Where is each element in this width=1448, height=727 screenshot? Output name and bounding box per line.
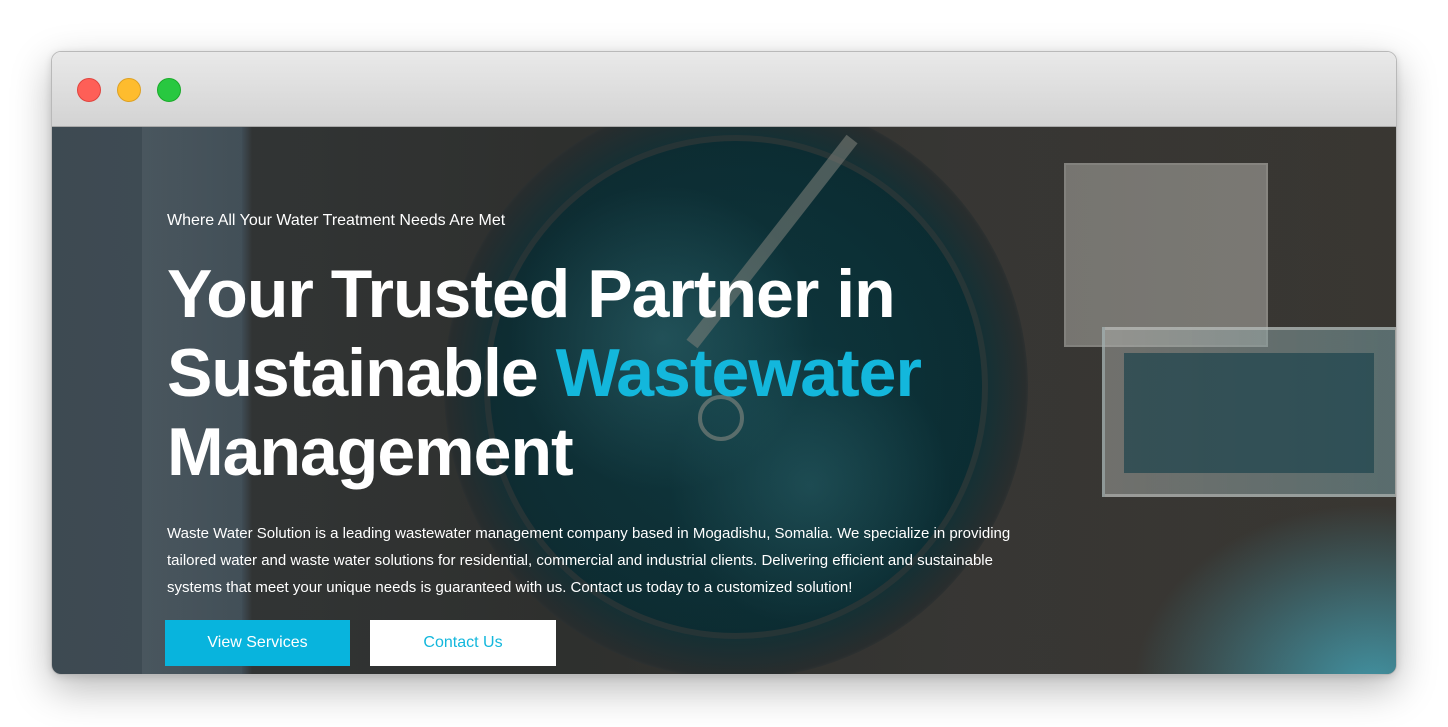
- headline-line-1: Your Trusted Partner in: [167, 256, 896, 332]
- hero-headline: Your Trusted Partner in Sustainable Wast…: [167, 255, 1067, 492]
- hero-description: Waste Water Solution is a leading wastew…: [167, 525, 1011, 596]
- view-services-button[interactable]: View Services: [165, 620, 350, 666]
- hero-content: Where All Your Water Treatment Needs Are…: [165, 211, 1067, 666]
- contact-us-button[interactable]: Contact Us: [370, 620, 556, 666]
- minimize-window-button[interactable]: [117, 78, 141, 102]
- hero-section: Where All Your Water Treatment Needs Are…: [52, 127, 1396, 674]
- window-titlebar: [52, 52, 1396, 127]
- maximize-window-button[interactable]: [157, 78, 181, 102]
- close-window-button[interactable]: [77, 78, 101, 102]
- hero-eyebrow: Where All Your Water Treatment Needs Are…: [167, 212, 506, 229]
- headline-line-2-prefix: Sustainable: [167, 335, 556, 411]
- headline-accent-word: Wastewater: [555, 335, 922, 411]
- headline-line-3: Management: [167, 414, 574, 490]
- browser-window: Where All Your Water Treatment Needs Are…: [51, 51, 1397, 675]
